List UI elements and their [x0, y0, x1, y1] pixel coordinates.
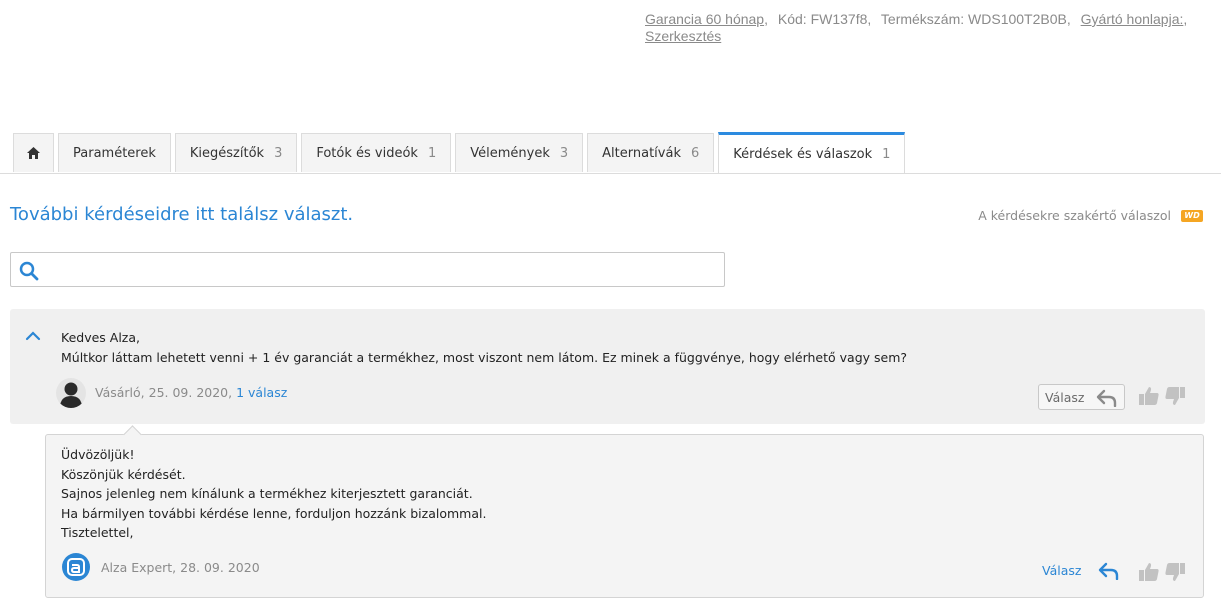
tab-divider: [0, 173, 1221, 174]
product-code: Kód: FW137f8: [777, 11, 868, 27]
reply-arrow-icon[interactable]: [1098, 562, 1120, 584]
user-silhouette-icon: [60, 382, 82, 408]
tab-count: 3: [274, 145, 283, 161]
question-reply-button[interactable]: Válasz: [1038, 384, 1125, 410]
thumbs-down-icon[interactable]: [1164, 385, 1186, 411]
tab-bar: Paraméterek Kiegészítők 3 Fotók és videók…: [13, 132, 909, 173]
wd-logo: WD: [1181, 209, 1203, 222]
answer-line: Tisztelettel,: [61, 525, 134, 540]
question-card: Kedves Alza, Múltkor láttam lehetett ven…: [10, 309, 1205, 424]
search-icon[interactable]: [19, 261, 39, 281]
qa-search: [10, 252, 725, 288]
answer-reply-link[interactable]: Válasz: [1042, 563, 1081, 578]
question-rating: [1138, 385, 1186, 411]
home-icon: [27, 147, 40, 159]
tab-alternatives[interactable]: Alternatívák 6: [587, 133, 715, 172]
tab-home[interactable]: [13, 133, 54, 172]
thumbs-down-icon[interactable]: [1164, 561, 1186, 587]
expert-note: A kérdésekre szakértő válaszol WD: [978, 208, 1203, 223]
tab-count: 3: [559, 145, 569, 161]
answers-count-link[interactable]: 1 válasz: [236, 385, 287, 400]
tab-label: Kiegészítők: [189, 145, 265, 161]
tab-label: Vélemények: [470, 145, 550, 161]
question-line: Múltkor láttam lehetett venni + 1 év gar…: [61, 350, 908, 365]
product-info: Garancia 60 hónap, Kód: FW137f8, Terméks…: [645, 11, 1188, 44]
tab-label: Fotók és videók: [316, 145, 418, 161]
answer-rating: [1138, 561, 1186, 587]
answer-line: Köszönjük kérdését.: [61, 466, 186, 482]
answer-card: Üdvözöljük! Köszönjük kérdését. Sajnos j…: [45, 425, 1204, 598]
answer-line: Ha bármilyen további kérdése lenne, ford…: [61, 505, 487, 521]
question-author-date: Vásárló, 25. 09. 2020,: [95, 385, 233, 400]
question-meta: Vásárló, 25. 09. 2020, 1 válasz: [95, 385, 287, 400]
manufacturer-link[interactable]: Gyártó honlapja:: [1081, 11, 1184, 27]
tab-reviews[interactable]: Vélemények 3: [455, 133, 584, 172]
user-avatar: [56, 378, 86, 408]
expert-note-text: A kérdésekre szakértő válaszol: [978, 208, 1171, 223]
alza-logo-icon: [67, 558, 85, 576]
tab-accessories[interactable]: Kiegészítők 3: [174, 133, 298, 172]
answer-line: Sajnos jelenleg nem kínálunk a termékhez…: [61, 486, 473, 501]
thumbs-up-icon[interactable]: [1138, 561, 1160, 587]
tab-label: Alternatívák: [602, 145, 681, 161]
qa-heading: További kérdéseidre itt találsz választ.: [10, 204, 354, 225]
answer-line: Üdvözöljük!: [61, 447, 135, 462]
reply-arrow-icon: [1096, 389, 1117, 407]
part-number: Termékszám: WDS100T2B0B: [880, 11, 1067, 27]
question-line: Kedves Alza,: [61, 330, 140, 345]
tab-photos-videos[interactable]: Fotók és videók 1: [301, 133, 452, 172]
edit-link[interactable]: Szerkesztés: [645, 28, 721, 44]
tab-parameters[interactable]: Paraméterek: [58, 133, 171, 172]
reply-label: Válasz: [1045, 389, 1085, 405]
tab-count: 1: [427, 145, 437, 161]
question-text: Kedves Alza, Múltkor láttam lehetett ven…: [61, 328, 907, 368]
tab-label: Paraméterek: [73, 145, 156, 161]
warranty-link[interactable]: Garancia 60 hónap: [645, 11, 764, 27]
tab-count: 6: [690, 145, 700, 161]
answer-notch: [123, 425, 142, 444]
tab-label: Kérdések és válaszok: [733, 146, 873, 162]
answer-author-date: Alza Expert, 28. 09. 2020: [101, 560, 260, 575]
answer-text: Üdvözöljük! Köszönjük kérdését. Sajnos j…: [61, 445, 486, 543]
tab-questions-answers[interactable]: Kérdések és válaszok 1: [718, 132, 906, 173]
alza-avatar: [62, 553, 90, 581]
thumbs-up-icon[interactable]: [1138, 385, 1160, 411]
search-input[interactable]: [51, 253, 715, 288]
chevron-up-icon[interactable]: [25, 331, 41, 341]
tab-count: 1: [882, 146, 891, 162]
